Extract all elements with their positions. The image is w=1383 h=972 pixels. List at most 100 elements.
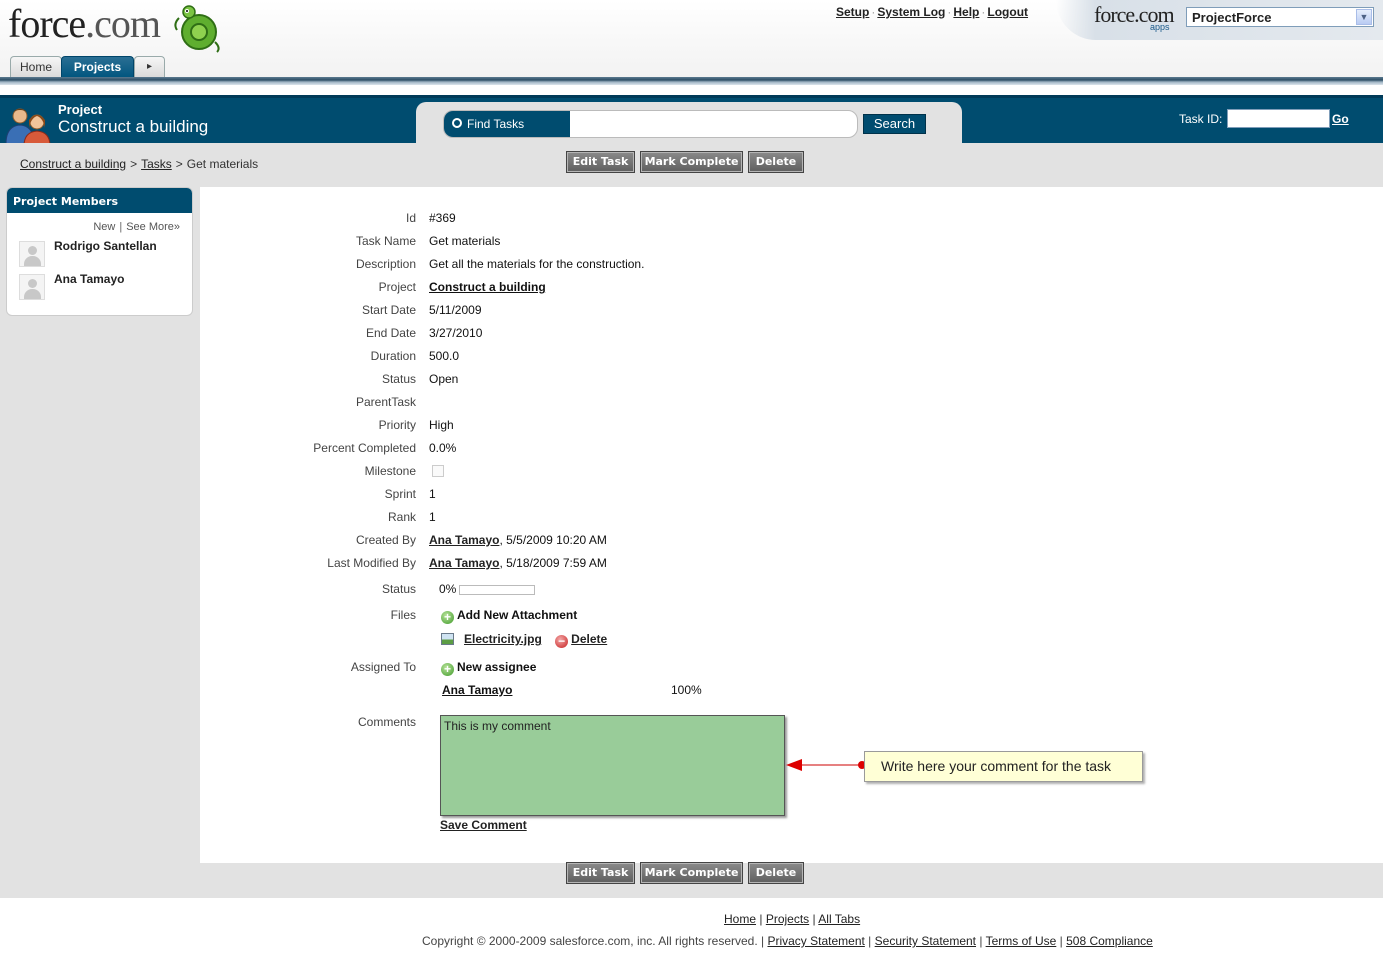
attachment-link[interactable]: Electricity.jpg	[464, 632, 542, 646]
add-attachment-button[interactable]: + Add New Attachment	[441, 608, 577, 624]
field-row-description: Description Get all the materials for th…	[200, 257, 1383, 275]
terms-of-use-link[interactable]: Terms of Use	[986, 934, 1057, 948]
force-com-logo[interactable]: force.com	[6, 0, 221, 56]
footer-projects-link[interactable]: Projects	[766, 912, 809, 926]
find-tasks-panel: Find Tasks Search	[416, 102, 962, 146]
see-more-members-link[interactable]: See More»	[126, 221, 180, 233]
field-label: Priority	[378, 418, 416, 432]
field-label: Last Modified By	[327, 556, 416, 570]
member-item[interactable]: Ana Tamayo	[19, 272, 189, 300]
breadcrumb-tasks-link[interactable]: Tasks	[141, 157, 172, 171]
field-label: Id	[405, 211, 416, 225]
field-value: Get materials	[429, 234, 501, 248]
edit-task-button[interactable]: Edit Task	[566, 151, 635, 173]
system-log-link[interactable]: System Log	[877, 5, 945, 19]
find-tasks-box: Find Tasks	[443, 110, 858, 138]
mark-complete-button[interactable]: Mark Complete	[640, 862, 743, 884]
help-link[interactable]: Help	[953, 5, 979, 19]
field-label: Start Date	[361, 303, 416, 317]
tab-home[interactable]: Home	[10, 56, 62, 78]
field-label: Description	[355, 257, 416, 271]
field-label: ParentTask	[355, 395, 416, 409]
field-value: High	[429, 418, 454, 432]
delete-task-button[interactable]: Delete	[748, 151, 804, 173]
milestone-checkbox	[432, 465, 444, 480]
field-label: Task Name	[355, 234, 416, 248]
security-statement-link[interactable]: Security Statement	[875, 934, 976, 948]
field-row-parent-task: ParentTask	[200, 395, 1383, 413]
field-value: 1	[429, 487, 436, 501]
save-comment-link[interactable]: Save Comment	[440, 818, 527, 832]
field-row-rank: Rank 1	[200, 510, 1383, 528]
new-assignee-button[interactable]: + New assignee	[441, 660, 536, 676]
field-value: Get all the materials for the constructi…	[429, 257, 645, 271]
top-links: Setup · System Log · Help · Logout	[836, 5, 1029, 19]
header-divider	[0, 77, 1383, 85]
footer-all-tabs-link[interactable]: All Tabs	[818, 912, 860, 926]
field-row-project: Project Construct a building	[200, 280, 1383, 298]
members-links: New | See More»	[93, 221, 180, 233]
508-compliance-link[interactable]: 508 Compliance	[1066, 934, 1153, 948]
field-label: Created By	[355, 533, 416, 547]
footer-copyright: Copyright © 2000-2009 salesforce.com, in…	[422, 934, 1153, 948]
field-value: 500.0	[429, 349, 460, 363]
setup-link[interactable]: Setup	[836, 5, 869, 19]
assignee-row: Ana Tamayo 100%	[200, 683, 1383, 701]
field-row-created-by: Created By Ana Tamayo, 5/5/2009 10:20 AM	[200, 533, 1383, 551]
app-switcher-area: force.com apps ProjectForce ▼	[1056, 0, 1383, 40]
project-people-icon	[5, 108, 51, 146]
global-header: force.com Setup · System Log · Help · Logout f…	[0, 0, 1383, 85]
add-icon: +	[441, 611, 454, 624]
mark-complete-button[interactable]: Mark Complete	[640, 151, 743, 173]
project-members-title: Project Members	[7, 188, 192, 213]
member-name[interactable]: Ana Tamayo	[54, 272, 124, 286]
logout-link[interactable]: Logout	[987, 5, 1028, 19]
field-row-priority: Priority High	[200, 418, 1383, 436]
lizard-mascot-icon	[174, 5, 220, 53]
member-item[interactable]: Rodrigo Santellan	[19, 239, 189, 267]
task-id-input[interactable]	[1227, 109, 1330, 128]
tab-projects[interactable]: Projects	[61, 56, 134, 78]
assignee-percent: 100%	[671, 683, 702, 697]
search-button[interactable]: Search	[863, 114, 926, 134]
task-id-label: Task ID:	[1179, 112, 1223, 126]
project-link[interactable]: Construct a building	[429, 280, 546, 294]
field-label: Comments	[357, 715, 416, 729]
add-icon: +	[441, 663, 454, 676]
field-row-status: Status Open	[200, 372, 1383, 390]
project-label: Project	[58, 102, 103, 117]
app-selector[interactable]: ProjectForce ▼	[1186, 7, 1374, 27]
image-file-icon	[441, 633, 454, 645]
field-label: Duration	[370, 349, 416, 363]
find-tasks-input[interactable]	[570, 111, 857, 137]
chevron-down-icon[interactable]: ▼	[1356, 9, 1372, 25]
callout-arrow-icon	[786, 759, 866, 771]
delete-task-button[interactable]: Delete	[748, 862, 804, 884]
breadcrumb-project-link[interactable]: Construct a building	[20, 157, 126, 171]
progress-bar	[459, 585, 536, 595]
find-tasks-label: Find Tasks	[444, 111, 570, 137]
field-label: Status	[381, 582, 416, 596]
footer-home-link[interactable]: Home	[724, 912, 756, 926]
field-label: Files	[390, 608, 416, 622]
field-label: Status	[381, 372, 416, 386]
field-value: Open	[429, 372, 459, 386]
avatar	[19, 274, 45, 300]
new-member-link[interactable]: New	[93, 221, 115, 233]
field-label: End Date	[365, 326, 416, 340]
force-com-apps-logo: force.com apps	[1094, 2, 1175, 32]
more-tabs-arrow-icon[interactable]: ▸	[134, 56, 165, 78]
member-name[interactable]: Rodrigo Santellan	[54, 239, 157, 253]
privacy-statement-link[interactable]: Privacy Statement	[767, 934, 864, 948]
modified-by-user-link[interactable]: Ana Tamayo	[429, 556, 499, 570]
delete-attachment-button[interactable]: − Delete	[555, 632, 607, 648]
delete-icon: −	[555, 635, 569, 648]
comment-textarea[interactable]: This is my comment	[440, 715, 785, 816]
assignee-link[interactable]: Ana Tamayo	[442, 683, 512, 697]
footer-nav: Home | Projects | All Tabs	[724, 912, 861, 926]
field-row-progress: Status 0%	[200, 582, 1383, 600]
field-value: 1	[429, 510, 436, 524]
edit-task-button[interactable]: Edit Task	[566, 862, 635, 884]
created-by-user-link[interactable]: Ana Tamayo	[429, 533, 499, 547]
task-id-go-link[interactable]: Go	[1332, 112, 1349, 126]
